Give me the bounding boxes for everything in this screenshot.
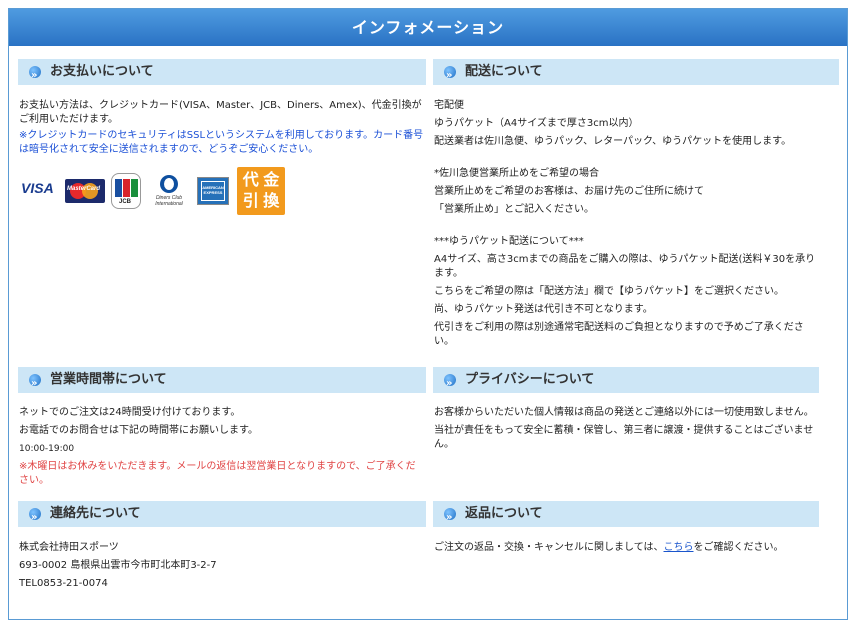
company-phone: TEL0853-21-0074 (19, 578, 108, 589)
contact-body: 株式会社持田スポーツ 693-0002 島根県出雲市今市町北本町3-2-7 TE… (19, 541, 425, 595)
arrow-bullet-icon (29, 371, 41, 397)
cod-logo: 代 金 引 換 (237, 167, 285, 215)
info-panel: インフォメーション お支払いについて お支払い方法は、クレジットカード(VISA… (8, 8, 848, 620)
hours-body: ネットでのご注文は24時間受け付けております。 お電話でのお問合せは下記の時間帯… (19, 406, 425, 492)
returns-heading-text: 返品について (465, 506, 543, 521)
arrow-bullet-icon (444, 505, 456, 531)
company-name: 株式会社持田スポーツ (19, 542, 119, 553)
contact-heading-text: 連絡先について (50, 506, 141, 521)
shipping-heading-text: 配送について (465, 64, 543, 79)
shipping-line: 配送業者は佐川急便、ゆうパック、レターパック、ゆうパケットを使用します。 (434, 136, 792, 147)
payment-body: お支払い方法は、クレジットカード(VISA、Master、JCB、Diners、… (19, 99, 425, 161)
shipping-line: 尚、ゆうパケット発送は代引き不可となります。 (434, 304, 653, 315)
amex-logo: AMERICAN EXPRESS (197, 177, 229, 205)
shipping-body: 宅配便 ゆうパケット（A4サイズまで厚さ3cm以内） 配送業者は佐川急便、ゆうパ… (434, 99, 819, 353)
shipping-line: ゆうパケット（A4サイズまで厚さ3cm以内） (434, 118, 639, 129)
arrow-bullet-icon (444, 371, 456, 397)
arrow-bullet-icon (444, 63, 456, 89)
shipping-line: *佐川急便営業所止めをご希望の場合 (434, 168, 599, 179)
returns-line: ご注文の返品・交換・キャンセルに関しましては、こちらをご確認ください。 (434, 541, 819, 555)
contact-heading: 連絡先について (18, 501, 426, 531)
shipping-heading: 配送について (433, 59, 839, 89)
payment-text: お支払い方法は、クレジットカード(VISA、Master、JCB、Diners、… (19, 100, 422, 125)
shipping-line: 代引きをご利用の際は別途通常宅配送料のご負担となりますので予めご了承ください。 (434, 322, 804, 347)
payment-heading-text: お支払いについて (50, 64, 154, 79)
mastercard-logo: MasterCard (65, 179, 105, 203)
payment-heading: お支払いについて (18, 59, 426, 89)
shipping-line: A4サイズ、高さ3cmまでの商品をご購入の際は、ゆうパケット配送(送料￥30を承… (434, 254, 816, 279)
privacy-body: お客様からいただいた個人情報は商品の発送とご連絡以外には一切使用致しません。 当… (434, 406, 819, 456)
payment-note: ※クレジットカードのセキュリティはSSLというシステムを利用しております。カード… (19, 130, 424, 155)
privacy-line: お客様からいただいた個人情報は商品の発送とご連絡以外には一切使用致しません。 (434, 407, 814, 418)
shipping-line: ***ゆうパケット配送について*** (434, 236, 584, 247)
returns-body: ご注文の返品・交換・キャンセルに関しましては、こちらをご確認ください。 (434, 541, 819, 559)
shipping-line: 「営業所止め」とご記入ください。 (434, 204, 594, 215)
hours-time: 10:00-19:00 (19, 444, 75, 454)
returns-text-end: をご確認ください。 (693, 542, 784, 553)
shipping-line: こちらをご希望の際は「配送方法」欄で【ゆうパケット】をご選択ください。 (434, 286, 784, 297)
shipping-line: 営業所止めをご希望のお客様は、お届け先のご住所に続けて (434, 186, 704, 197)
returns-heading: 返品について (433, 501, 819, 531)
company-address: 693-0002 島根県出雲市今市町北本町3-2-7 (19, 560, 217, 571)
hours-heading: 営業時間帯について (18, 367, 426, 397)
returns-link[interactable]: こちら (664, 542, 694, 553)
hours-note: ※木曜日はお休みをいただきます。メールの返信は翌営業日となりますので、ご了承くだ… (19, 461, 416, 486)
arrow-bullet-icon (29, 505, 41, 531)
privacy-heading-text: プライバシーについて (465, 372, 595, 387)
returns-text: ご注文の返品・交換・キャンセルに関しましては、 (434, 542, 664, 553)
diners-logo: Diners Club International (149, 173, 189, 209)
hours-heading-text: 営業時間帯について (50, 372, 167, 387)
visa-logo: VISA (21, 180, 54, 196)
banner-title: インフォメーション (9, 9, 847, 46)
hours-line: ネットでのご注文は24時間受け付けております。 (19, 407, 241, 418)
arrow-bullet-icon (29, 63, 41, 89)
privacy-heading: プライバシーについて (433, 367, 819, 397)
hours-line: お電話でのお問合せは下記の時間帯にお願いします。 (19, 425, 258, 436)
shipping-line: 宅配便 (434, 100, 464, 111)
privacy-line: 当社が責任をもって安全に蓄積・保管し、第三者に譲渡・提供することはございません。 (434, 425, 814, 450)
jcb-logo: JCB (111, 173, 141, 209)
